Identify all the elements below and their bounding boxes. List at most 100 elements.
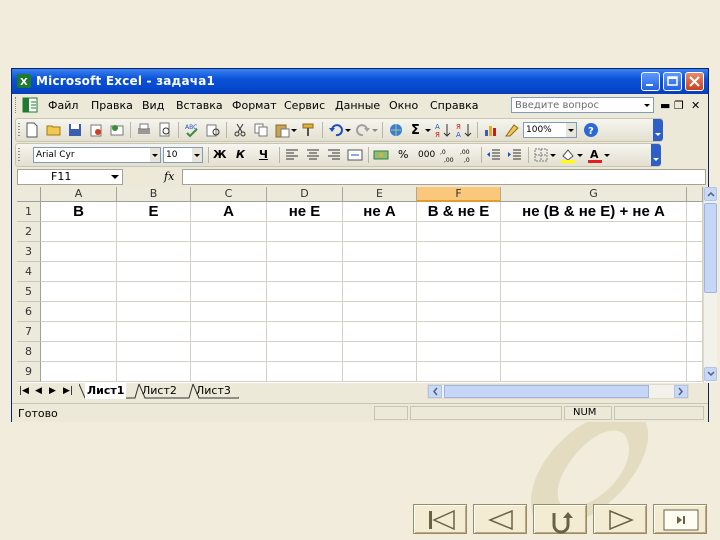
grid-cell[interactable] <box>687 282 703 302</box>
grid-cell[interactable] <box>41 242 117 262</box>
grid-cell[interactable] <box>687 322 703 342</box>
grid-cell[interactable] <box>343 222 417 242</box>
increase-indent-icon[interactable] <box>507 147 523 163</box>
doc-restore-icon[interactable]: ❐ <box>674 99 684 112</box>
grid-cell[interactable] <box>191 322 267 342</box>
grid-cell[interactable] <box>117 362 191 382</box>
grid-cell[interactable] <box>343 262 417 282</box>
grid-cell[interactable] <box>501 222 687 242</box>
font-size-select[interactable]: 10 <box>163 147 203 163</box>
grid-cell[interactable] <box>687 362 703 382</box>
grid-cell[interactable] <box>343 282 417 302</box>
row-header-7[interactable]: 7 <box>17 322 41 342</box>
scroll-up-icon[interactable] <box>704 187 717 201</box>
grid-cell[interactable] <box>687 222 703 242</box>
grid-cell[interactable] <box>417 222 501 242</box>
row-header-4[interactable]: 4 <box>17 262 41 282</box>
grid-cell[interactable] <box>191 222 267 242</box>
grid-cell[interactable] <box>687 302 703 322</box>
grid-cell[interactable] <box>267 242 343 262</box>
grid-cell[interactable] <box>267 322 343 342</box>
toolbar-options-icon[interactable] <box>653 119 663 141</box>
toolbar-options-icon[interactable] <box>651 144 661 166</box>
horizontal-scroll-thumb[interactable] <box>444 385 649 398</box>
cell-d1[interactable]: не Е <box>267 202 343 222</box>
menu-window[interactable]: Окно <box>389 99 418 112</box>
grid-cell[interactable] <box>117 302 191 322</box>
grid-cell[interactable] <box>191 362 267 382</box>
close-button[interactable] <box>685 72 704 91</box>
grid-cell[interactable] <box>41 262 117 282</box>
chevron-down-icon[interactable] <box>549 147 557 163</box>
column-header-a[interactable]: A <box>41 187 117 202</box>
grid-cell[interactable] <box>267 282 343 302</box>
vertical-scroll-thumb[interactable] <box>704 203 717 293</box>
menu-format[interactable]: Формат <box>232 99 277 112</box>
merge-center-icon[interactable] <box>347 147 363 163</box>
permission-icon[interactable] <box>88 122 104 138</box>
grid-cell[interactable] <box>501 342 687 362</box>
grid-cell[interactable] <box>117 322 191 342</box>
zoom-select[interactable]: 100% <box>523 122 577 138</box>
horizontal-scrollbar[interactable] <box>427 384 689 399</box>
grid-cell[interactable] <box>41 302 117 322</box>
document-icon[interactable] <box>22 97 38 113</box>
grid-cell[interactable] <box>117 242 191 262</box>
print-icon[interactable] <box>136 122 152 138</box>
ask-question-input[interactable]: Введите вопрос <box>511 97 654 113</box>
redo-icon[interactable] <box>355 122 371 138</box>
grid-cell[interactable] <box>191 242 267 262</box>
row-header-1[interactable]: 1 <box>17 202 41 222</box>
grid-cell[interactable] <box>501 322 687 342</box>
column-header-e[interactable]: E <box>343 187 417 202</box>
currency-icon[interactable] <box>373 147 389 163</box>
grid-cell[interactable] <box>501 302 687 322</box>
doc-close-icon[interactable]: ✕ <box>691 99 700 112</box>
align-right-icon[interactable] <box>326 147 342 163</box>
menu-insert[interactable]: Вставка <box>176 99 223 112</box>
grid-cell[interactable] <box>267 302 343 322</box>
row-header-5[interactable]: 5 <box>17 282 41 302</box>
insert-function-icon[interactable]: fx <box>164 170 174 183</box>
increase-decimal-icon[interactable]: ,0,00 <box>440 147 456 163</box>
borders-icon[interactable] <box>533 147 549 163</box>
chevron-down-icon[interactable] <box>642 99 652 111</box>
email-icon[interactable] <box>109 122 125 138</box>
column-header-f[interactable]: F <box>417 187 501 202</box>
grid-cell[interactable] <box>117 222 191 242</box>
grid-cell[interactable] <box>117 262 191 282</box>
scroll-right-icon[interactable] <box>674 385 688 398</box>
grid-cell[interactable] <box>687 262 703 282</box>
chevron-down-icon[interactable] <box>192 148 202 162</box>
grid-cell[interactable] <box>417 242 501 262</box>
next-slide-button[interactable] <box>593 504 647 534</box>
autosum-icon[interactable]: Σ <box>411 123 420 138</box>
cell-a1[interactable]: В <box>41 202 117 222</box>
scroll-left-icon[interactable] <box>428 385 442 398</box>
last-slide-button[interactable] <box>653 504 707 534</box>
grid-cell[interactable] <box>687 242 703 262</box>
grid-cell[interactable] <box>343 322 417 342</box>
grid-cell[interactable] <box>267 262 343 282</box>
return-button[interactable] <box>533 504 587 534</box>
first-slide-button[interactable] <box>413 504 467 534</box>
menu-file[interactable]: Файл <box>48 99 78 112</box>
column-header-b[interactable]: B <box>117 187 191 202</box>
column-header-g[interactable]: G <box>501 187 687 202</box>
undo-icon[interactable] <box>328 122 344 138</box>
grid-cell[interactable] <box>41 342 117 362</box>
help-icon[interactable]: ? <box>583 122 599 138</box>
grid-cell[interactable] <box>191 282 267 302</box>
maximize-button[interactable] <box>663 72 682 91</box>
decrease-indent-icon[interactable] <box>486 147 502 163</box>
prev-sheet-icon[interactable]: ◀ <box>35 386 42 396</box>
column-header-h[interactable] <box>687 187 703 202</box>
chevron-down-icon[interactable] <box>110 172 120 182</box>
sort-descending-icon[interactable]: ЯA <box>456 122 472 138</box>
grid-cell[interactable] <box>191 342 267 362</box>
grid-cell[interactable] <box>417 322 501 342</box>
grid-cell[interactable] <box>417 302 501 322</box>
cell-f1[interactable]: В & не Е <box>417 202 501 222</box>
menu-tools[interactable]: Сервис <box>284 99 325 112</box>
select-all-corner[interactable] <box>17 187 41 202</box>
